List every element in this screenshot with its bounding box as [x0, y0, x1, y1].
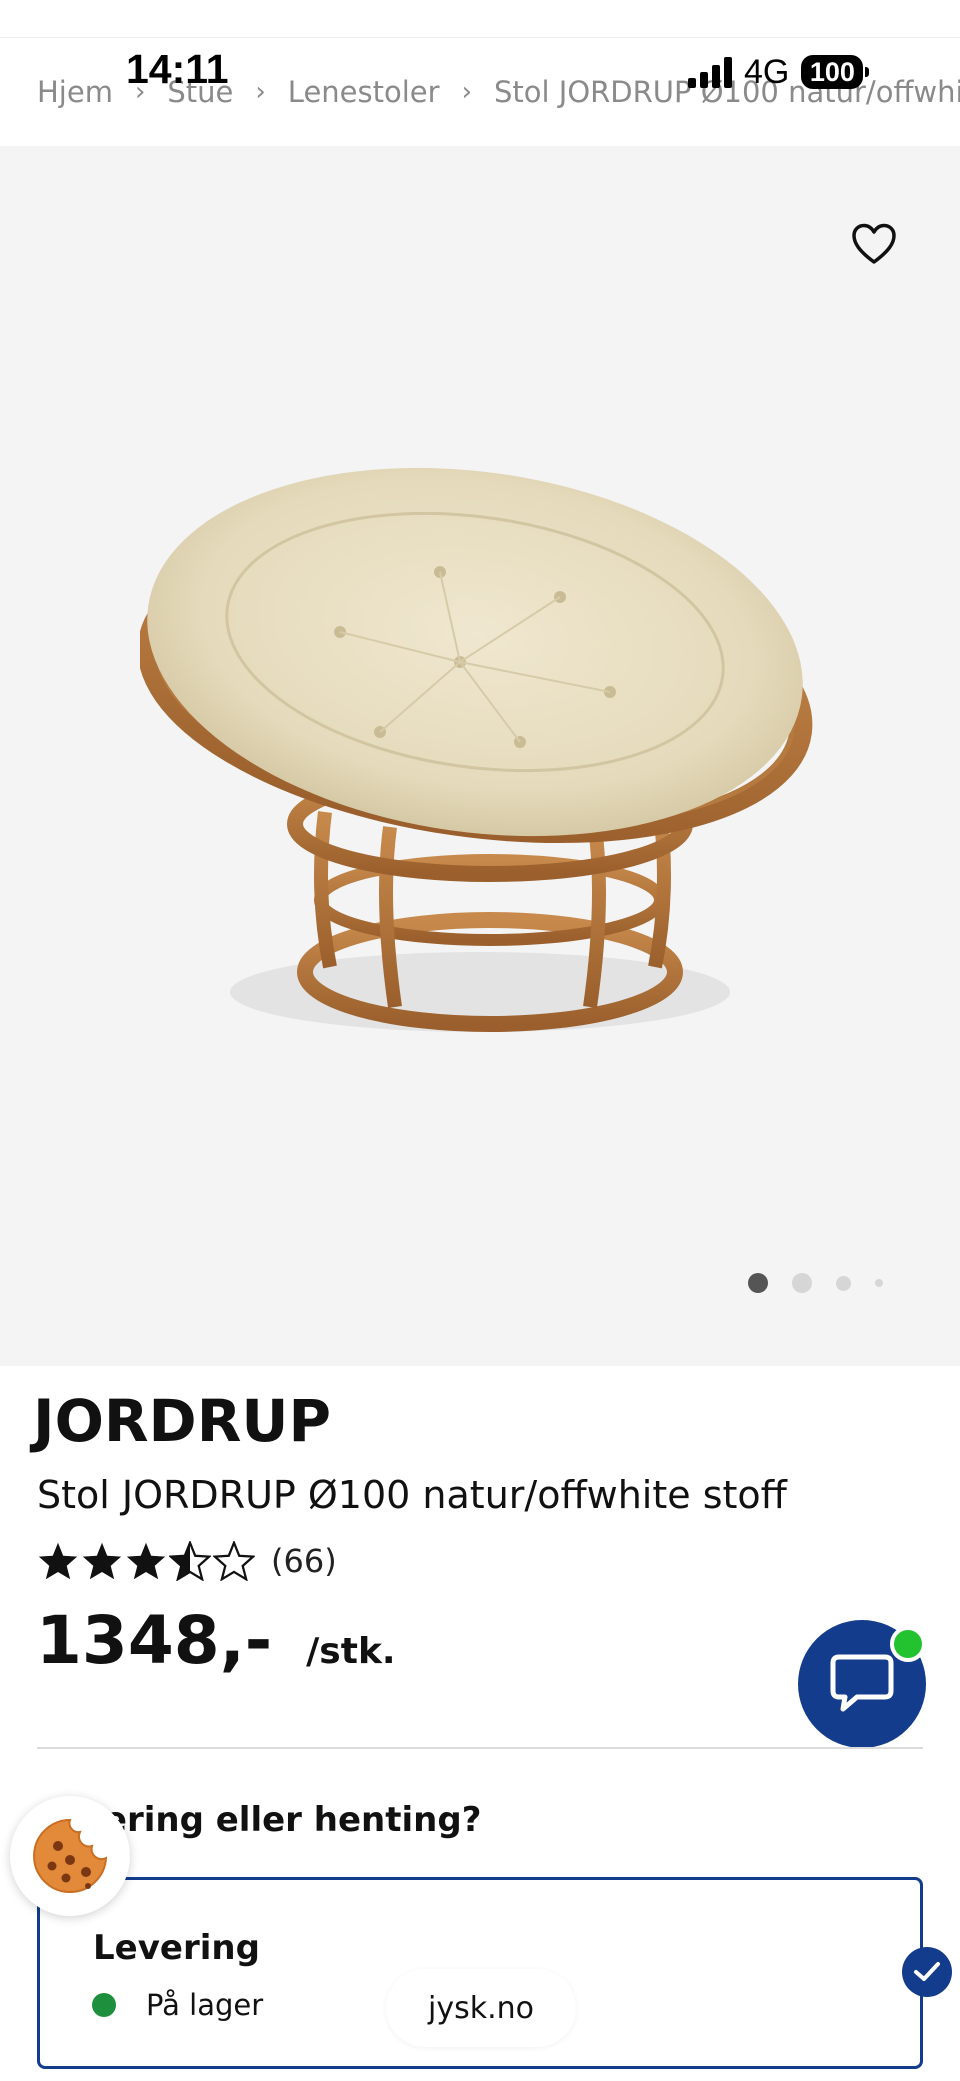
battery-icon: 100 — [801, 55, 870, 89]
status-bar: 14:11 4G 100 — [0, 42, 960, 102]
star-empty-icon — [213, 1541, 255, 1581]
divider — [37, 1747, 923, 1749]
star-filled-icon — [82, 1542, 122, 1580]
status-indicators: 4G 100 — [688, 52, 870, 92]
top-strip — [0, 0, 960, 38]
online-indicator — [890, 1626, 926, 1662]
delivery-option-title: Levering — [93, 1928, 260, 1968]
product-brand: JORDRUP — [33, 1387, 331, 1455]
network-type: 4G — [744, 52, 790, 91]
product-rating[interactable]: (66) — [37, 1536, 337, 1586]
carousel-dot[interactable] — [836, 1275, 851, 1291]
cookie-consent-button[interactable] — [10, 1796, 130, 1916]
product-gallery[interactable] — [0, 146, 960, 1366]
stock-status: På lager — [92, 1988, 263, 2022]
checkmark-icon — [902, 1947, 952, 1997]
star-half-icon — [169, 1541, 211, 1581]
signal-icon — [688, 56, 732, 88]
in-stock-dot — [92, 1993, 116, 2017]
price-row: 1348,- /stk. — [36, 1602, 396, 1679]
price-unit: /stk. — [306, 1631, 396, 1672]
product-page: Hjem › Stue › Lenestoler › Stol JORDRUP … — [0, 0, 960, 2081]
carousel-dot[interactable] — [792, 1273, 812, 1293]
star-filled-icon — [38, 1542, 78, 1580]
carousel-indicator[interactable] — [748, 1273, 907, 1293]
star-filled-icon — [126, 1542, 166, 1580]
stock-status-label: På lager — [146, 1988, 264, 2022]
chat-bubble-icon — [830, 1654, 894, 1712]
cookie-icon — [33, 1818, 108, 1893]
carousel-dot-active[interactable] — [748, 1273, 768, 1293]
product-name: Stol JORDRUP Ø100 natur/offwhite stoff — [37, 1473, 787, 1517]
product-price: 1348,- — [36, 1602, 273, 1679]
product-image[interactable] — [137, 432, 820, 1062]
rating-stars — [37, 1541, 255, 1581]
status-time: 14:11 — [126, 46, 229, 92]
browser-url-pill[interactable]: jysk.no — [386, 1969, 576, 2047]
carousel-dot[interactable] — [875, 1279, 883, 1287]
heart-outline-icon[interactable] — [846, 216, 902, 272]
rating-count[interactable]: (66) — [271, 1542, 337, 1580]
